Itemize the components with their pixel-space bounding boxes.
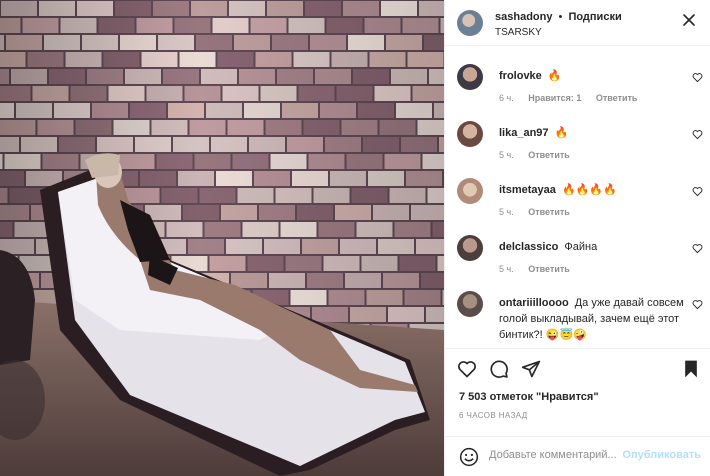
commenter-username[interactable]: frolovke (499, 70, 542, 82)
beach-lounger-photo (0, 0, 444, 476)
author-avatar[interactable] (457, 10, 483, 36)
comment-text: Файна (564, 241, 598, 253)
separator-dot: • (558, 11, 563, 23)
reply-button[interactable]: Ответить (596, 93, 638, 103)
likes-count[interactable]: 7 503 отметок "Нравится" (459, 391, 599, 403)
more-horizontal-icon[interactable] (682, 13, 696, 27)
comment-time: 5 ч. (499, 264, 514, 274)
commenter-avatar[interactable] (457, 64, 483, 90)
comment-time: 5 ч. (499, 207, 514, 217)
post-location[interactable]: TSARSKY (495, 27, 542, 38)
bookmark-icon[interactable] (681, 359, 701, 379)
author-username[interactable]: sashadony (495, 11, 552, 23)
comments-list: frolovke 🔥 6 ч. Нравится: 1 Ответить lik… (445, 46, 710, 348)
post-actions (445, 348, 710, 390)
commenter-username[interactable]: ontariiilloooo (499, 297, 569, 309)
comment-time: 6 ч. (499, 93, 514, 103)
commenter-avatar[interactable] (457, 178, 483, 204)
following-button[interactable]: Подписки (568, 11, 621, 23)
heart-icon[interactable] (692, 299, 703, 310)
reply-button[interactable]: Ответить (528, 264, 570, 274)
heart-icon[interactable] (692, 186, 703, 197)
commenter-avatar[interactable] (457, 121, 483, 147)
heart-icon[interactable] (692, 72, 703, 83)
heart-icon[interactable] (692, 243, 703, 254)
comment-likes[interactable]: Нравится: 1 (528, 93, 581, 103)
commenter-avatar[interactable] (457, 291, 483, 317)
comment-input[interactable] (489, 449, 639, 461)
reply-button[interactable]: Ответить (528, 150, 570, 160)
reply-button[interactable]: Ответить (528, 207, 570, 217)
comment-icon[interactable] (489, 359, 509, 379)
paper-plane-icon[interactable] (521, 359, 541, 379)
commenter-username[interactable]: itsmetayaa (499, 184, 556, 196)
post-header: sashadony • Подписки TSARSKY (445, 0, 710, 46)
heart-icon[interactable] (692, 129, 703, 140)
post-photo[interactable] (0, 0, 444, 476)
comment-time: 5 ч. (499, 150, 514, 160)
post-sidebar: sashadony • Подписки TSARSKY frolovke 🔥 … (444, 0, 710, 476)
heart-icon[interactable] (457, 359, 477, 379)
comment-text: 🔥 (547, 70, 562, 82)
commenter-username[interactable]: lika_an97 (499, 127, 549, 139)
post-time: 6 ЧАСОВ НАЗАД (459, 411, 528, 420)
comment-text: 🔥 (554, 127, 569, 139)
publish-comment-button[interactable]: Опубликовать (622, 449, 701, 461)
add-comment-bar: Опубликовать (445, 436, 710, 476)
emoji-icon[interactable] (459, 447, 479, 467)
comment-text: 🔥🔥🔥🔥 (561, 184, 617, 196)
commenter-username[interactable]: delclassico (499, 241, 558, 253)
commenter-avatar[interactable] (457, 235, 483, 261)
